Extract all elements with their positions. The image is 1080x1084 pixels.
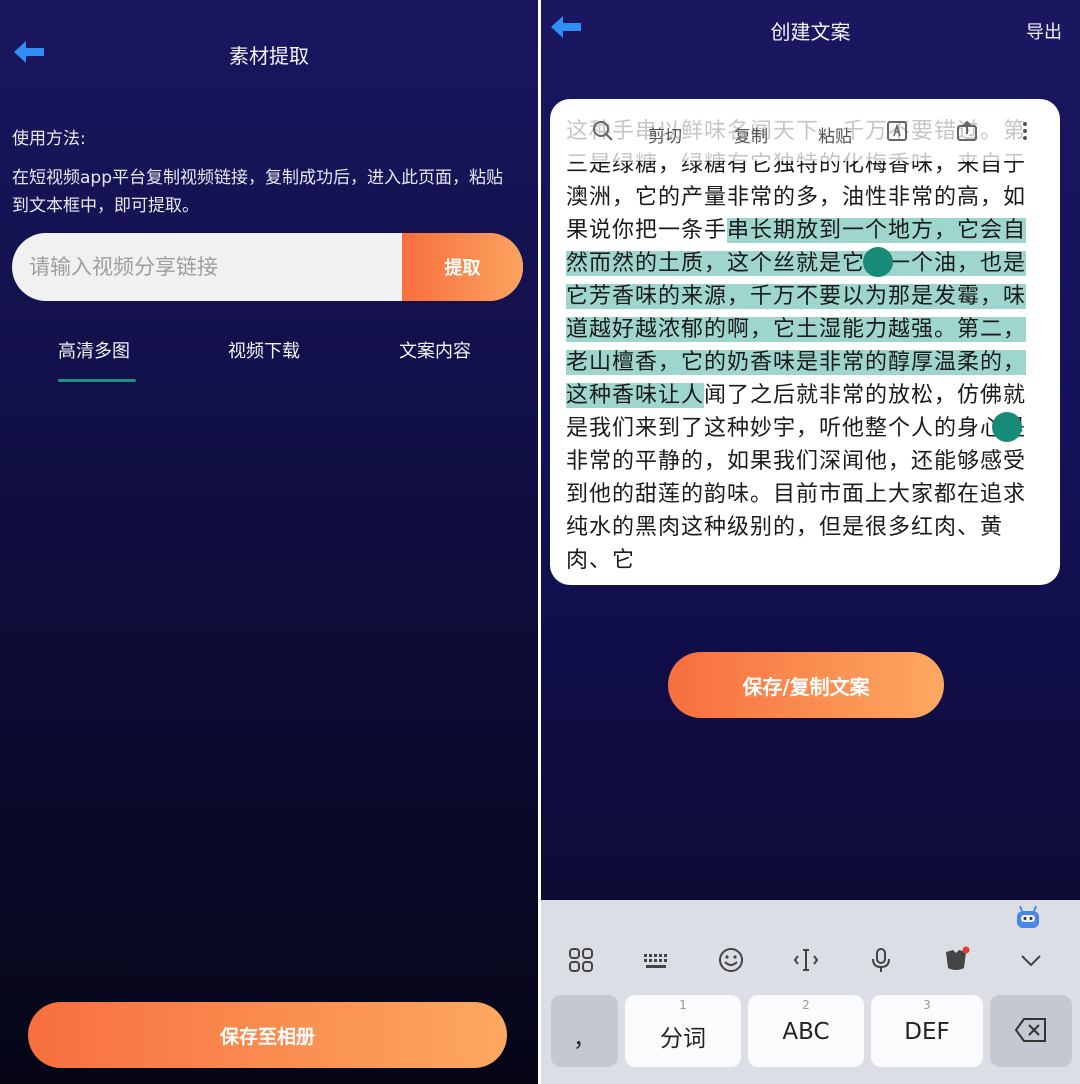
- selection-start-handle[interactable]: [863, 247, 893, 277]
- key-number: 3: [923, 998, 931, 1012]
- key-comma[interactable]: ，: [551, 995, 618, 1067]
- cut-button[interactable]: 剪切: [648, 122, 682, 147]
- left-screen: 素材提取 使用方法: 在短视频app平台复制视频链接，复制成功后，进入此页面，粘…: [0, 0, 538, 1084]
- tab-hd-images[interactable]: 高清多图: [58, 337, 130, 363]
- copy-text-card[interactable]: 这种手串以鲜味名闻天下，千万不要错过。第三是绿糖，绿糖有它独特的化梅香味，来自于…: [550, 99, 1060, 585]
- export-button[interactable]: 导出: [1026, 18, 1062, 44]
- key-number: 1: [679, 998, 687, 1012]
- paste-button[interactable]: 粘贴: [818, 122, 852, 147]
- assistant-bot-icon[interactable]: [1014, 904, 1042, 930]
- right-screen: 创建文案 导出 这种手串以鲜味名闻天下，千万不要错过。第三是绿糖，绿糖有它独特的…: [541, 0, 1080, 1084]
- skin-icon[interactable]: [942, 946, 970, 974]
- cursor-icon[interactable]: [792, 946, 820, 974]
- extract-button[interactable]: 提取: [402, 233, 523, 301]
- active-tab-indicator: [58, 379, 136, 382]
- key-3-def[interactable]: 3 DEF: [871, 995, 983, 1067]
- key-number: 2: [802, 998, 810, 1012]
- translate-icon[interactable]: [886, 120, 908, 142]
- selected-text[interactable]: 串长期放到一个地方，它会自然而然的土质，这个丝就是它的一个油，也是它芳香味的来源…: [566, 218, 1027, 408]
- tab-copy-content[interactable]: 文案内容: [399, 337, 471, 363]
- collapse-keyboard-icon[interactable]: [1017, 946, 1045, 974]
- delete-key[interactable]: [990, 995, 1072, 1067]
- usage-instructions: 在短视频app平台复制视频链接，复制成功后，进入此页面，粘贴到文本框中，即可提取…: [12, 168, 503, 216]
- page-title: 创建文案: [770, 20, 851, 44]
- copy-button[interactable]: 复制: [734, 122, 768, 147]
- key-label: DEF: [904, 1019, 950, 1045]
- save-to-album-button[interactable]: 保存至相册: [28, 1002, 507, 1068]
- copy-text-content[interactable]: 这种手串以鲜味名闻天下，千万不要错过。第三是绿糖，绿糖有它独特的化梅香味，来自于…: [566, 115, 1048, 571]
- usage-heading: 使用方法:: [12, 129, 86, 149]
- key-label: 分词: [660, 1026, 706, 1052]
- text-after-selection: 闻了之后就非常的放松，仿佛就是我们来到了这种妙宇，听他整个人的身心是非常的平静的…: [566, 383, 1027, 571]
- link-input-box: 提取: [12, 233, 523, 301]
- page-title: 素材提取: [229, 44, 309, 68]
- save-copy-button[interactable]: 保存/复制文案: [668, 652, 944, 718]
- key-label: ABC: [782, 1019, 830, 1045]
- key-1-segment[interactable]: 1 分词: [625, 995, 741, 1067]
- video-link-input[interactable]: [12, 233, 402, 301]
- key-2-abc[interactable]: 2 ABC: [748, 995, 864, 1067]
- keyboard-icon[interactable]: [642, 946, 670, 974]
- microphone-icon[interactable]: [867, 946, 895, 974]
- emoji-icon[interactable]: [717, 946, 745, 974]
- backspace-icon: [1014, 1017, 1048, 1043]
- search-icon[interactable]: [592, 120, 614, 142]
- apps-icon[interactable]: [567, 946, 595, 974]
- more-icon[interactable]: [1014, 120, 1036, 142]
- tab-video-download[interactable]: 视频下载: [228, 337, 300, 363]
- selection-end-handle[interactable]: [992, 412, 1022, 442]
- text-selection-toolbar: 剪切 复制 粘贴: [556, 105, 1054, 161]
- key-label: ，: [573, 1026, 596, 1052]
- share-icon[interactable]: [956, 120, 978, 142]
